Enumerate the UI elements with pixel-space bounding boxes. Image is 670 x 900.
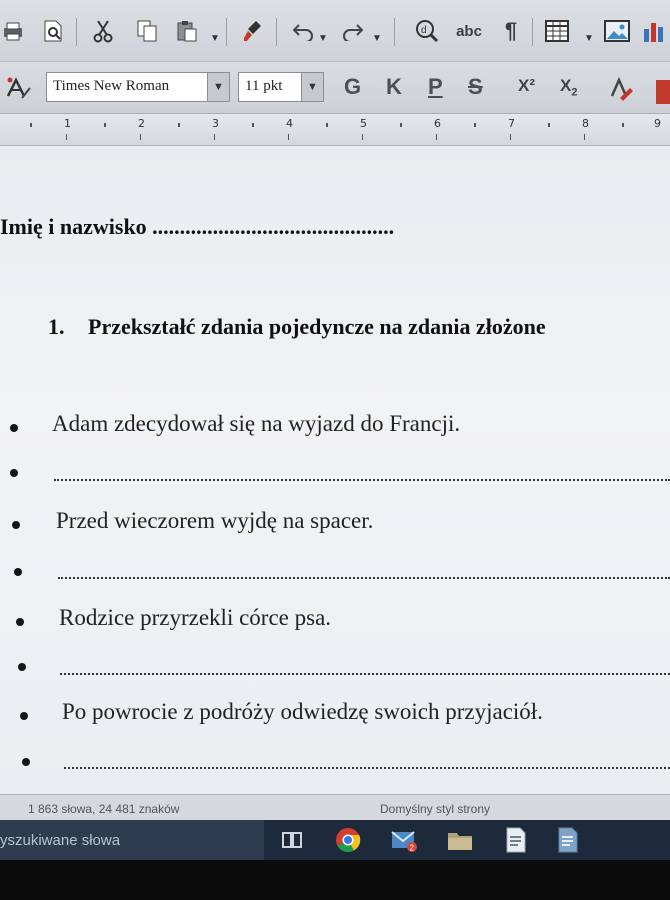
task-view-icon[interactable] [276,824,308,856]
bold-button[interactable]: G [344,74,361,100]
sentence-3[interactable]: Rodzice przyrzekli córce psa. [59,605,331,631]
styles-icon[interactable] [4,74,34,102]
find-replace-icon[interactable]: d [414,18,440,44]
word-count[interactable]: 1 863 słowa, 24 481 znaków [28,802,179,816]
page-style[interactable]: Domyślny styl strony [380,802,490,816]
sentence-2[interactable]: Przed wieczorem wyjdę na spacer. [56,508,373,534]
bullet [14,568,22,576]
strikethrough-button[interactable]: S [468,74,483,100]
font-name-select[interactable]: Times New Roman ▼ [46,72,230,102]
table-icon[interactable] [544,18,570,44]
paste-dropdown-icon[interactable]: ▼ [210,33,220,44]
standard-toolbar: ▼ ▼ ▼ d abc ¶ ▼ [0,0,670,62]
mail-badge: 2 [410,844,415,853]
svg-text:d: d [421,25,427,36]
redo-icon[interactable] [340,18,366,44]
monitor-bezel [0,860,670,900]
formatting-marks-icon[interactable]: ¶ [498,18,524,44]
undo-dropdown-icon[interactable]: ▼ [318,33,328,44]
ruler-number: 7 [508,117,515,130]
bullet [10,469,18,477]
answer-line-2[interactable] [58,577,670,579]
copy-icon[interactable] [134,18,160,44]
subscript-base: X [560,76,572,95]
chevron-down-icon[interactable]: ▼ [207,73,229,101]
file-explorer-icon[interactable] [444,824,476,856]
bullet [20,712,28,720]
paste-icon[interactable] [174,18,200,44]
print-preview-icon[interactable] [40,18,66,44]
taskbar-search-box[interactable]: yszukiwane słowa [0,820,264,860]
writer-document-icon[interactable] [552,824,584,856]
task-heading[interactable]: 1. Przekształć zdania pojedyncze na zdan… [48,314,546,340]
subscript-index: 2 [571,86,578,99]
font-name-value: Times New Roman [53,78,170,94]
bullet [16,618,24,626]
font-size-select[interactable]: 11 pkt ▼ [238,72,324,102]
chart-icon[interactable] [642,18,668,44]
clone-formatting-icon[interactable] [240,18,266,44]
font-size-value: 11 pkt [245,78,283,94]
ruler-number: 3 [212,117,219,130]
search-placeholder: yszukiwane słowa [0,832,121,849]
task-number: 1. [48,314,65,339]
chrome-icon[interactable] [332,824,364,856]
ruler-number: 4 [286,117,293,130]
font-color-icon[interactable] [606,76,636,104]
sentence-4[interactable]: Po powrocie z podróży odwiedzę swoich pr… [62,699,543,725]
spellcheck-label: abc [456,22,482,40]
task-text: Przekształć zdania pojedyncze na zdania … [88,314,546,339]
highlight-color-icon[interactable] [656,80,670,104]
mail-icon[interactable]: 2 [388,824,420,856]
ruler-number: 8 [582,117,589,130]
answer-line-3[interactable] [60,673,670,675]
windows-taskbar: yszukiwane słowa 2 [0,820,670,860]
subscript-button[interactable]: X2 [560,76,577,98]
ruler-number: 9 [654,117,661,130]
italic-button[interactable]: K [386,74,402,100]
ruler-number: 1 [64,117,71,130]
spellcheck-icon[interactable]: abc [452,18,486,44]
answer-line-1[interactable] [54,479,670,481]
ruler-number: 5 [360,117,367,130]
document-page[interactable] [0,146,670,794]
writer-document-icon[interactable] [500,824,532,856]
underline-button[interactable]: P [428,74,443,100]
cut-icon[interactable] [90,18,116,44]
bullet [10,424,18,432]
sentence-1[interactable]: Adam zdecydował się na wyjazd do Francji… [52,411,460,437]
bullet [18,663,26,671]
answer-line-4[interactable] [64,767,670,769]
status-bar: 1 863 słowa, 24 481 znaków Domyślny styl… [0,794,670,820]
image-icon[interactable] [604,18,630,44]
print-icon[interactable] [0,18,26,44]
horizontal-ruler[interactable]: 1 2 3 4 5 6 7 8 9 [0,114,670,146]
name-line[interactable]: Imię i nazwisko ........................… [0,214,394,240]
ruler-number: 2 [138,117,145,130]
bullet [12,521,20,529]
redo-dropdown-icon[interactable]: ▼ [372,33,382,44]
ruler-number: 6 [434,117,441,130]
table-dropdown-icon[interactable]: ▼ [584,33,594,44]
bullet [22,758,30,766]
superscript-button[interactable]: X² [518,76,535,96]
undo-icon[interactable] [290,18,316,44]
chevron-down-icon[interactable]: ▼ [301,73,323,101]
